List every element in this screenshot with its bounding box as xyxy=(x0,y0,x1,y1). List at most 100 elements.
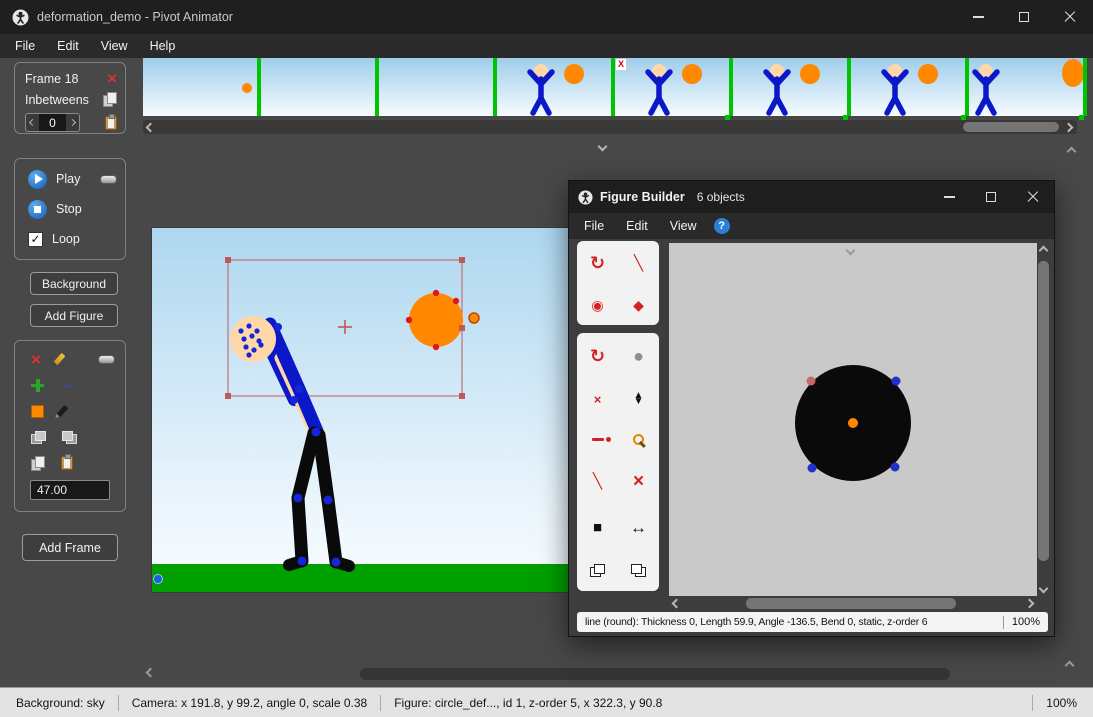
duplicate-tool-button[interactable] xyxy=(577,550,618,591)
flip-figure-button[interactable]: ← xyxy=(60,377,76,393)
play-button[interactable] xyxy=(28,170,47,189)
maximize-button[interactable] xyxy=(1001,0,1047,34)
loop-checkbox[interactable]: ✓ xyxy=(28,232,43,247)
frame-separator xyxy=(1083,58,1087,116)
figure-opacity-slider[interactable] xyxy=(98,355,115,364)
frame-thumbnail-6[interactable] xyxy=(733,58,847,116)
background-button[interactable]: Background xyxy=(30,272,118,295)
edit-colour-button[interactable] xyxy=(57,405,69,417)
help-button[interactable]: ? xyxy=(714,218,730,234)
builder-status-text: line (round): Thickness 0, Length 59.9, … xyxy=(577,616,927,628)
scroll-left-icon[interactable] xyxy=(146,122,156,132)
scroll-down-icon[interactable] xyxy=(1039,584,1049,594)
frame-thumbnail-1[interactable] xyxy=(143,58,257,116)
duplicate-flip-tool-button[interactable] xyxy=(618,550,659,591)
edit-figure-button[interactable] xyxy=(54,353,66,365)
stretch-tool-button[interactable]: ↔ xyxy=(618,505,659,550)
thumbnail-drawing xyxy=(969,58,1083,116)
line-tool-button[interactable]: ╲ xyxy=(618,241,659,285)
add-frame-button[interactable]: Add Frame xyxy=(22,534,118,561)
inbetweens-value: 0 xyxy=(39,114,66,131)
status-zoom: 100% xyxy=(1046,696,1077,710)
builder-titlebar: Figure Builder 6 objects xyxy=(569,181,1054,213)
z-order-tool-button[interactable]: ▲ ▼ xyxy=(618,379,659,420)
builder-statusbar: line (round): Thickness 0, Length 59.9, … xyxy=(577,612,1048,632)
scroll-up-icon[interactable] xyxy=(1067,147,1077,157)
builder-menu-view[interactable]: View xyxy=(659,219,708,233)
scroll-left-icon[interactable] xyxy=(146,668,156,678)
point-circle-tool-button[interactable]: ◉ xyxy=(577,285,618,325)
stop-button[interactable] xyxy=(28,200,47,219)
speed-slider[interactable] xyxy=(100,175,117,184)
paste-frame-icon[interactable] xyxy=(105,116,117,130)
square-icon: ■ xyxy=(593,520,602,535)
rotate-icon: ↻ xyxy=(590,254,605,272)
inbetweens-spinner[interactable]: 0 xyxy=(25,113,80,132)
close-button[interactable] xyxy=(1047,0,1093,34)
frame-thumbnail-8[interactable] xyxy=(969,58,1083,116)
builder-menu-edit[interactable]: Edit xyxy=(615,219,659,233)
builder-menubar: File Edit View ? xyxy=(569,213,1054,239)
builder-menu-file[interactable]: File xyxy=(573,219,615,233)
add-figure-button[interactable]: Add Figure xyxy=(30,304,118,327)
circle-tool-button[interactable]: ↻ xyxy=(577,241,618,285)
menu-file[interactable]: File xyxy=(4,34,46,58)
scroll-right-icon[interactable] xyxy=(1064,122,1074,132)
scroll-right-icon[interactable] xyxy=(1025,599,1035,609)
frame-thumbnail-3[interactable] xyxy=(379,58,493,116)
frame-thumbnail-2[interactable] xyxy=(261,58,375,116)
fill-square-tool-button[interactable]: ■ xyxy=(577,505,618,550)
filmstrip-scrollbar[interactable] xyxy=(143,120,1077,134)
menu-view[interactable]: View xyxy=(90,34,139,58)
main-hscroll-thumb[interactable] xyxy=(360,668,950,680)
delete-segment-tool-button[interactable]: × xyxy=(618,458,659,505)
sphere-tool-button[interactable]: ● xyxy=(618,333,659,379)
minimize-button[interactable] xyxy=(955,0,1001,34)
builder-vscroll[interactable] xyxy=(1036,243,1051,596)
window-title: deformation_demo - Pivot Animator xyxy=(37,10,233,24)
scroll-up-icon[interactable] xyxy=(1065,661,1075,671)
frame-thumbnail-5[interactable]: X xyxy=(615,58,729,116)
builder-canvas[interactable] xyxy=(669,243,1037,596)
paste-figure-button[interactable] xyxy=(61,456,73,470)
copy-frame-icon[interactable] xyxy=(103,92,117,107)
builder-hscroll[interactable] xyxy=(669,596,1037,611)
menu-edit[interactable]: Edit xyxy=(46,34,90,58)
frame-thumbnail-4[interactable] xyxy=(497,58,611,116)
split-segment-tool-button[interactable]: ◆ xyxy=(618,285,659,325)
builder-vscroll-thumb[interactable] xyxy=(1038,261,1049,561)
delete-figure-button[interactable]: × xyxy=(31,351,41,368)
scroll-left-icon[interactable] xyxy=(672,599,682,609)
shorten-segment-tool-button[interactable] xyxy=(577,420,618,459)
center-figure-button[interactable] xyxy=(31,379,44,392)
figure-color-swatch[interactable] xyxy=(31,405,44,418)
zoom-tool-button[interactable] xyxy=(618,420,659,459)
builder-maximize-button[interactable] xyxy=(970,181,1012,213)
builder-minimize-button[interactable] xyxy=(928,181,970,213)
rotate-segment-tool-button[interactable]: ↻ xyxy=(577,333,618,379)
collapse-filmstrip-icon[interactable] xyxy=(598,142,608,152)
frame-thumbnail-7[interactable] xyxy=(851,58,965,116)
duplicate-flip-icon xyxy=(631,564,646,577)
up-down-icon: ▲ ▼ xyxy=(634,393,644,405)
inbetweens-label: Inbetweens xyxy=(25,93,89,107)
filmstrip: X xyxy=(143,58,1093,116)
delete-frame-button[interactable]: × xyxy=(107,70,117,87)
figure-size-input[interactable] xyxy=(30,480,110,500)
filmstrip-scroll-thumb[interactable] xyxy=(963,122,1059,132)
thumbnail-drawing xyxy=(143,58,257,116)
thumbnail-drawing xyxy=(851,58,965,116)
spinner-increment-button[interactable] xyxy=(66,114,79,131)
lower-figure-button[interactable] xyxy=(62,431,77,444)
loop-label: Loop xyxy=(52,232,80,246)
menu-help[interactable]: Help xyxy=(139,34,187,58)
raise-figure-button[interactable] xyxy=(31,431,46,444)
copy-figure-button[interactable] xyxy=(31,456,45,471)
remove-point-tool-button[interactable]: × xyxy=(577,379,618,420)
play-icon xyxy=(35,174,43,184)
thin-line-tool-button[interactable]: ╲ xyxy=(577,458,618,505)
builder-close-button[interactable] xyxy=(1012,181,1054,213)
builder-hscroll-thumb[interactable] xyxy=(746,598,956,609)
spinner-decrement-button[interactable] xyxy=(26,114,39,131)
scroll-up-icon[interactable] xyxy=(1039,246,1049,256)
